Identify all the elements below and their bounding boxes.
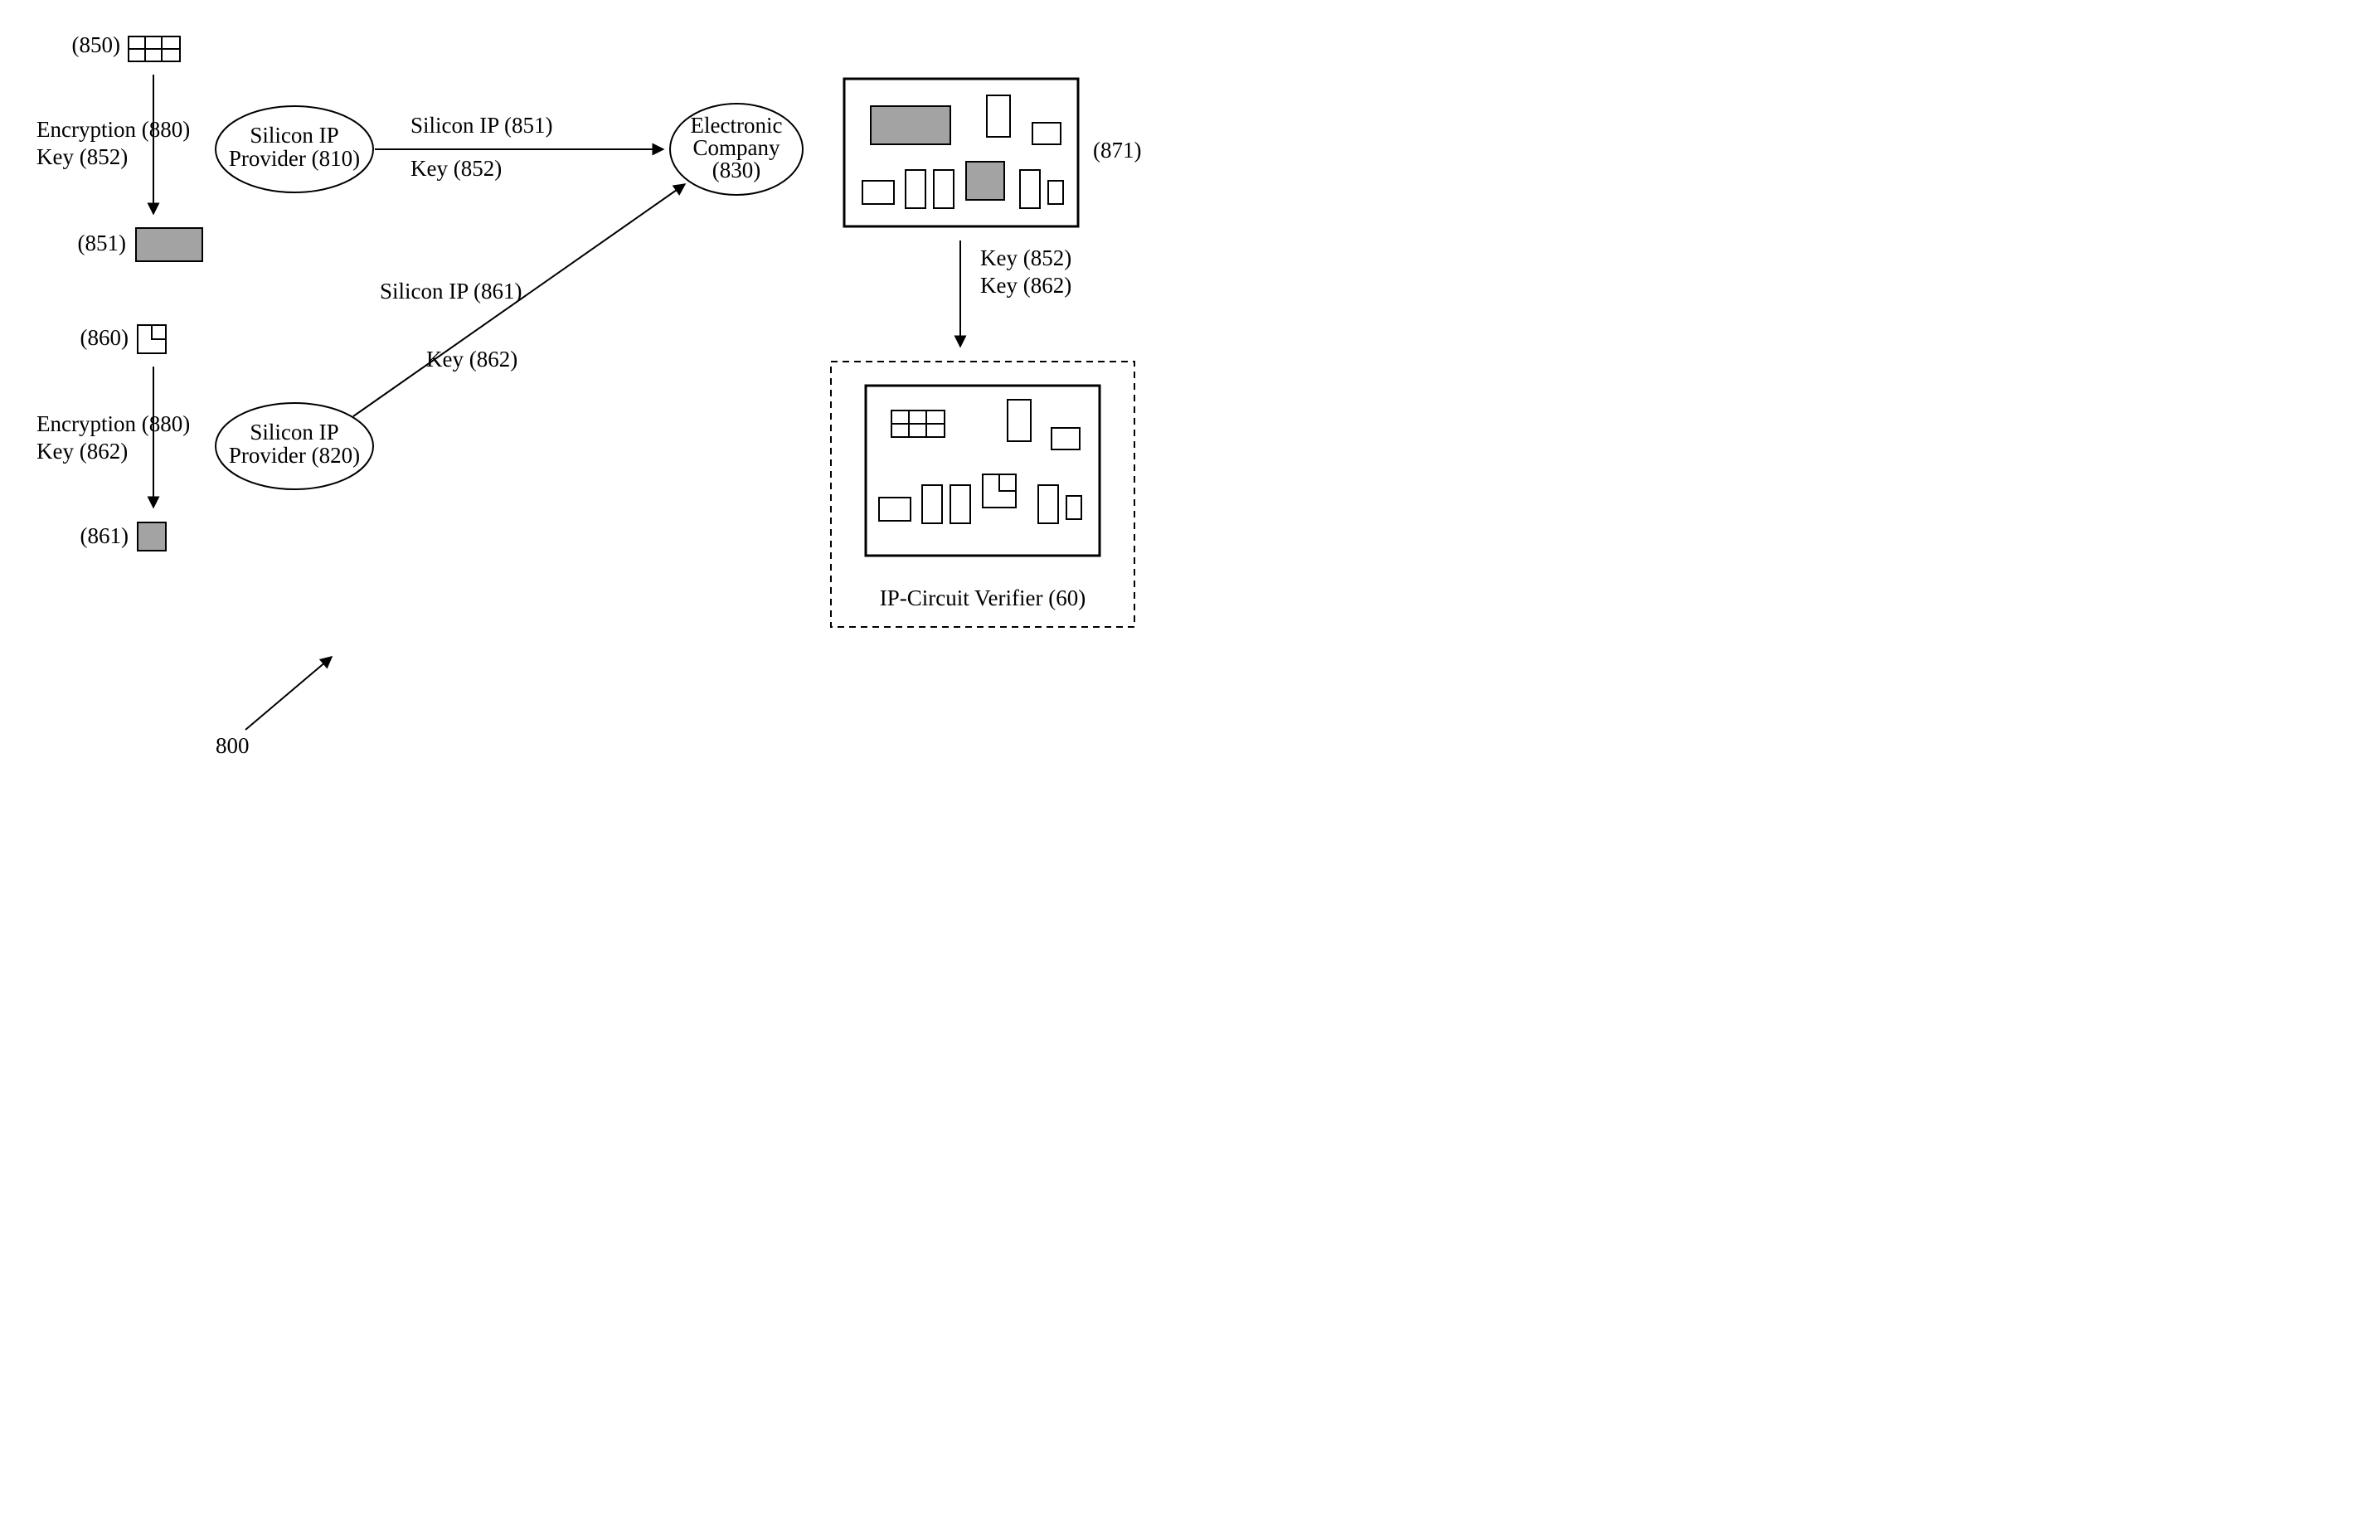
label-compC: (830) (712, 158, 760, 182)
label-compB: Company (693, 135, 780, 160)
glyph-851 (136, 228, 202, 261)
label-key862: Key (862) (980, 273, 1071, 298)
label-enc1a: Encryption (880) (36, 117, 190, 142)
label-edge2b: Key (862) (426, 347, 517, 372)
glyph-860 (138, 325, 166, 353)
box-871 (844, 79, 1078, 226)
glyph-861 (138, 522, 166, 551)
label-prov1a: Silicon IP (250, 123, 338, 148)
arrow-800 (245, 657, 332, 730)
label-enc2b: Key (862) (36, 439, 128, 464)
label-prov2b: Provider (820) (229, 443, 360, 468)
label-enc1b: Key (852) (36, 144, 128, 169)
label-edge1a: Silicon IP (851) (410, 113, 553, 138)
diagram-canvas: (850) Encryption (880) Key (852) (851) (… (0, 0, 1224, 792)
label-prov2a: Silicon IP (250, 420, 338, 445)
label-861: (861) (80, 523, 129, 548)
label-871: (871) (1093, 138, 1141, 163)
label-851: (851) (78, 231, 126, 255)
label-key852: Key (852) (980, 245, 1071, 270)
label-800: 800 (216, 733, 250, 758)
label-860: (860) (80, 325, 129, 350)
label-850: (850) (72, 32, 120, 57)
label-prov1b: Provider (810) (229, 146, 360, 171)
label-edge2a: Silicon IP (861) (380, 279, 522, 304)
label-edge1b: Key (852) (410, 156, 502, 181)
glyph-850 (129, 36, 180, 61)
label-verifier: IP-Circuit Verifier (60) (880, 585, 1086, 610)
label-compA: Electronic (691, 113, 783, 138)
label-enc2a: Encryption (880) (36, 411, 190, 436)
